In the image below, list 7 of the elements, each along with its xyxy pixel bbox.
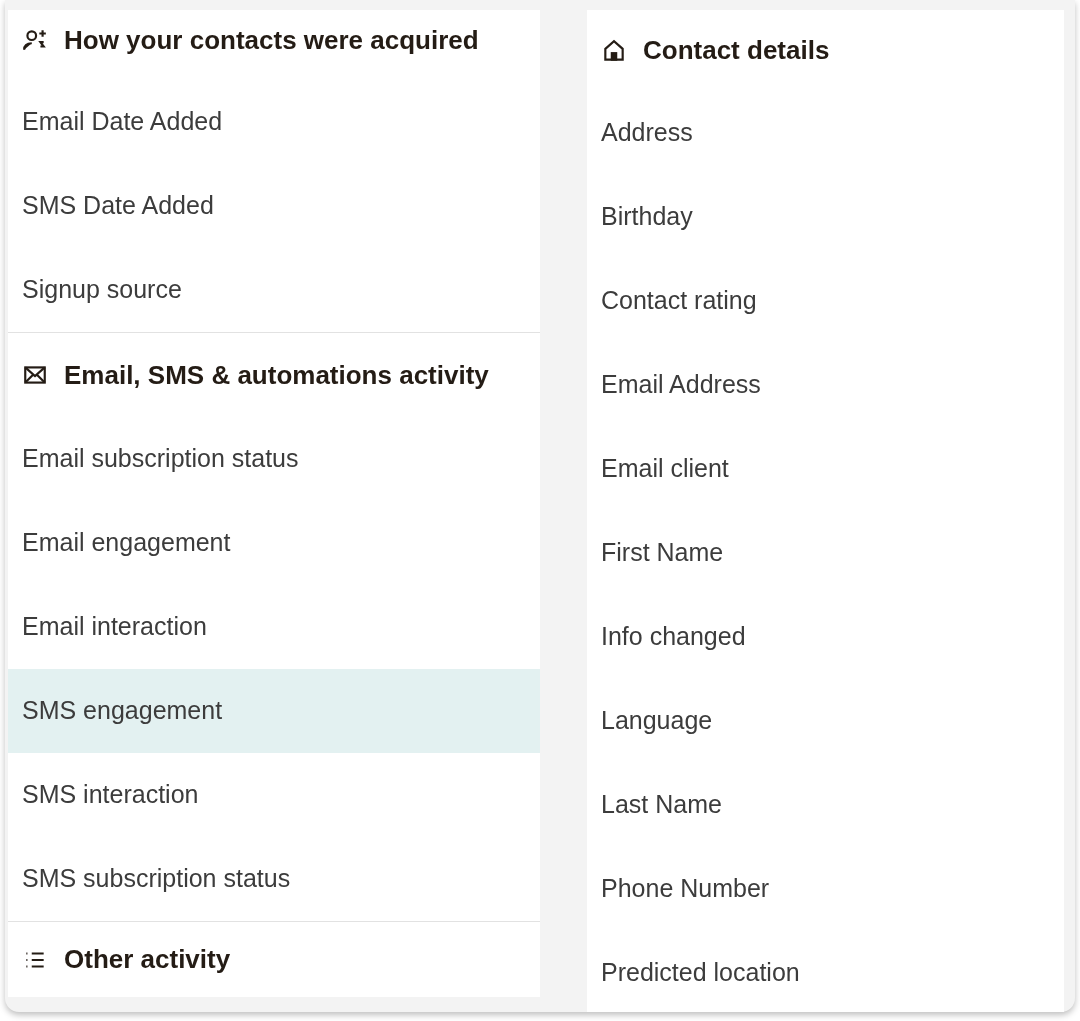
section-heading: Email, SMS & automations activity: [64, 358, 489, 392]
person-add-icon: [22, 27, 48, 53]
field-option[interactable]: SMS engagement: [8, 669, 540, 753]
section-heading: How your contacts were acquired: [64, 23, 479, 57]
house-icon: [601, 37, 627, 64]
section-heading: Other activity: [64, 943, 231, 976]
section-heading: Contact details: [643, 34, 830, 67]
